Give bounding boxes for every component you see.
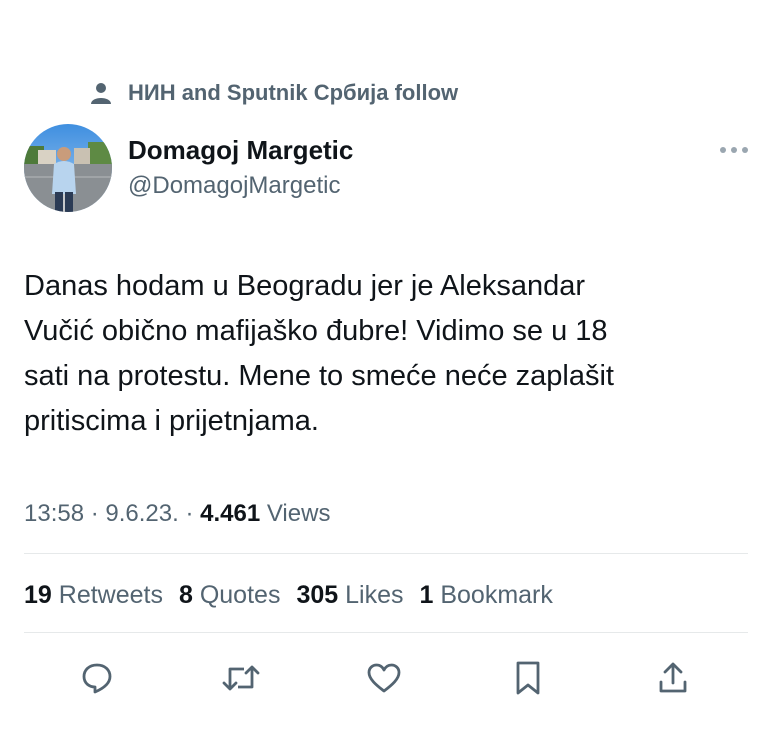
- reply-icon: [82, 663, 112, 694]
- meta-separator: ·: [178, 500, 201, 527]
- more-button[interactable]: [718, 140, 750, 160]
- quotes-count: 8: [178, 581, 193, 609]
- share-button[interactable]: [651, 656, 695, 700]
- like-button[interactable]: [362, 656, 406, 700]
- meta-separator: ·: [84, 500, 106, 527]
- tweet-line: pritiscima i prijetnjama.: [24, 405, 319, 437]
- reply-button[interactable]: [75, 656, 119, 700]
- retweets-stat[interactable]: 19 Retweets: [24, 578, 163, 612]
- social-context[interactable]: НИН and Sputnik Србија follow: [88, 78, 458, 108]
- social-context-text: НИН and Sputnik Србија follow: [128, 80, 459, 105]
- tweet-meta: 13:58 · 9.6.23. · 4.461 Views: [24, 498, 330, 530]
- like-icon: [367, 663, 401, 693]
- quotes-stat[interactable]: 8 Quotes: [179, 578, 280, 612]
- author-handle[interactable]: @DomagojMargetic: [128, 170, 353, 202]
- share-icon: [659, 662, 687, 693]
- bookmark-icon: [516, 661, 540, 695]
- author-display-name[interactable]: Domagoj Margetic: [128, 134, 353, 166]
- bookmark-button[interactable]: [506, 656, 550, 700]
- views-label: Views: [260, 500, 331, 527]
- likes-stat[interactable]: 305 Likes: [296, 578, 403, 612]
- tweet-line: Danas hodam u Beogradu jer je Aleksandar: [24, 270, 586, 302]
- bookmarks-count: 1: [419, 581, 434, 609]
- retweets-label: Retweets: [51, 581, 163, 609]
- tweet-line: sati na protestu. Mene to smeće neće zap…: [24, 360, 614, 392]
- bookmarks-label: Bookmark: [433, 581, 553, 609]
- tweet-text: Danas hodam u Beogradu jer je Aleksandar…: [24, 264, 724, 444]
- avatar[interactable]: [24, 124, 112, 212]
- more-icon: [720, 147, 748, 153]
- quotes-label: Quotes: [192, 581, 281, 609]
- person-icon: [88, 80, 114, 106]
- divider: [24, 553, 748, 554]
- avatar-photo: [24, 124, 112, 212]
- retweets-count: 19: [24, 581, 52, 609]
- bookmarks-stat[interactable]: 1 Bookmark: [419, 578, 552, 612]
- likes-label: Likes: [338, 581, 404, 609]
- tweet-line: Vučić obično mafijaško đubre! Vidimo se …: [24, 315, 608, 347]
- author-block: Domagoj Margetic @DomagojMargetic: [128, 134, 353, 202]
- divider: [24, 632, 748, 633]
- tweet-stats: 19 Retweets 8 Quotes 305 Likes 1 Bookmar…: [24, 578, 569, 612]
- tweet-date[interactable]: 9.6.23.: [105, 500, 178, 527]
- views-count[interactable]: 4.461: [200, 500, 260, 527]
- likes-count: 305: [296, 581, 339, 609]
- retweet-icon: [222, 665, 260, 691]
- action-bar: [0, 656, 770, 700]
- retweet-button[interactable]: [219, 656, 263, 700]
- tweet-time[interactable]: 13:58: [24, 500, 84, 527]
